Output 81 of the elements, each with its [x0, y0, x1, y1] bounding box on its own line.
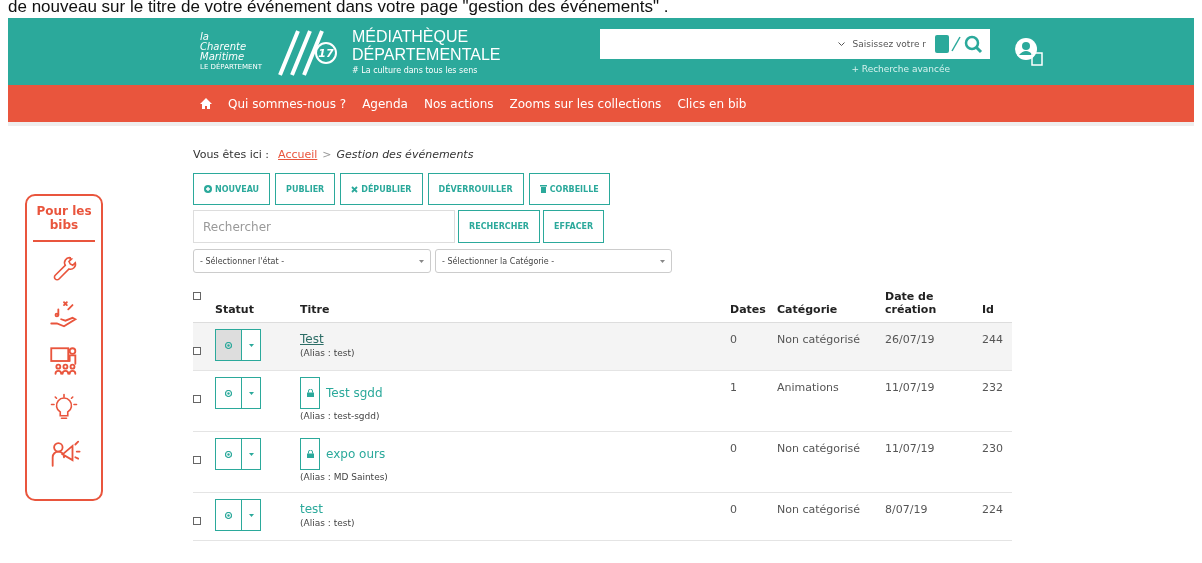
toolbar-button[interactable]: DÉPUBLIER — [340, 173, 423, 205]
row-checkbox[interactable] — [193, 517, 201, 525]
site-tagline: # La culture dans tous les sens — [352, 66, 479, 75]
user-login-icon[interactable] — [1014, 36, 1044, 67]
filter-dropdown[interactable]: - Sélectionner la Catégorie - — [435, 249, 672, 273]
trash-icon — [539, 185, 547, 193]
check-circle-icon — [225, 511, 232, 519]
category-text: Animations — [777, 381, 839, 394]
search-field[interactable]: Rechercher — [193, 210, 455, 243]
event-alias: (Alias : test-sgdd) — [300, 411, 381, 421]
search-placeholder: Saisissez votre r — [852, 39, 926, 49]
breadcrumb-current: Gestion des événements — [336, 147, 474, 161]
menu-link[interactable]: Nos actions — [423, 96, 494, 111]
dates-count: 0 — [730, 333, 737, 346]
creation-date: 26/07/19 — [885, 333, 935, 346]
breadcrumb-label: Vous êtes ici : — [193, 147, 270, 161]
row-checkbox[interactable] — [193, 347, 201, 355]
chevron-down-icon[interactable] — [837, 42, 845, 46]
search-button[interactable]: RECHERCHER — [458, 210, 540, 243]
filter-dropdown[interactable]: - Sélectionner l'état - — [193, 249, 431, 273]
dates-count: 0 — [730, 442, 737, 455]
menu-link[interactable]: Clics en bib — [677, 96, 747, 111]
cross-icon — [351, 185, 359, 193]
caret-icon — [248, 391, 254, 395]
toolbar-button[interactable]: NOUVEAU — [193, 173, 271, 205]
site-title: MÉDIATHÈQUE — [352, 28, 469, 46]
home-icon[interactable] — [200, 98, 212, 109]
caret-icon — [248, 513, 254, 517]
side-panel-title: Pour les bibs — [33, 204, 95, 242]
event-title-link[interactable]: Test sgdd — [326, 386, 383, 400]
catalog-search-field[interactable]: Saisissez votre r — [600, 29, 990, 59]
plus-circle-icon — [204, 185, 212, 193]
creation-date: 8/07/19 — [885, 503, 928, 516]
lock-button[interactable] — [300, 438, 320, 470]
search-icon[interactable] — [934, 33, 984, 55]
menu-link[interactable]: Qui sommes-nous ? — [228, 96, 347, 111]
breadcrumb-link[interactable]: Accueil — [278, 147, 318, 161]
toolbar-button[interactable]: CORBEILLE — [528, 173, 610, 205]
publish-status-button[interactable] — [216, 330, 242, 360]
search-button[interactable]: EFFACER — [543, 210, 605, 243]
dates-count: 1 — [730, 381, 737, 394]
event-title-link[interactable]: Test — [300, 332, 324, 346]
category-text: Non catégorisé — [777, 333, 861, 346]
check-circle-icon — [225, 450, 232, 458]
site-title: DÉPARTEMENTALE — [352, 46, 501, 64]
caret-icon — [660, 259, 665, 263]
toolbar-button[interactable]: PUBLIER — [275, 173, 336, 205]
event-alias: (Alias : test) — [300, 518, 356, 528]
toolbar-button[interactable]: DÉVERROUILLER — [427, 173, 524, 205]
event-alias: (Alias : MD Saintes) — [300, 472, 389, 482]
event-title-link[interactable]: expo ours — [326, 447, 386, 461]
check-circle-icon — [225, 389, 232, 397]
caret-icon — [248, 452, 254, 456]
menu-link[interactable]: Agenda — [362, 96, 408, 111]
advanced-search-link[interactable]: + Recherche avancée — [851, 64, 950, 74]
event-title-link[interactable]: test — [300, 502, 324, 516]
row-checkbox[interactable] — [193, 395, 201, 403]
breadcrumb-separator: > — [322, 147, 332, 161]
padlock-icon — [306, 450, 314, 458]
category-text: Non catégorisé — [777, 503, 861, 516]
md-logo[interactable]: 17 — [276, 26, 338, 77]
document-caption: de nouveau sur le titre de votre événement dans votre page "gestion des événements" . — [7, 0, 670, 18]
filter-text: - Sélectionner la Catégorie - — [442, 256, 555, 266]
row-checkbox[interactable] — [193, 456, 201, 464]
event-id: 232 — [982, 381, 1003, 394]
event-id: 244 — [982, 333, 1003, 346]
dates-count: 0 — [730, 503, 737, 516]
event-alias: (Alias : test) — [300, 348, 356, 358]
event-id: 224 — [982, 503, 1003, 516]
lock-button[interactable] — [300, 377, 320, 409]
filter-text: - Sélectionner l'état - — [200, 256, 285, 266]
menu-link[interactable]: Zooms sur les collections — [509, 96, 662, 111]
creation-date: 11/07/19 — [885, 381, 935, 394]
select-all-checkbox[interactable] — [193, 292, 201, 300]
check-circle-icon — [225, 341, 232, 349]
category-text: Non catégorisé — [777, 442, 861, 455]
padlock-icon — [306, 389, 314, 397]
caret-icon — [419, 259, 424, 263]
creation-date: 11/07/19 — [885, 442, 935, 455]
event-id: 230 — [982, 442, 1003, 455]
caret-icon — [248, 343, 254, 347]
